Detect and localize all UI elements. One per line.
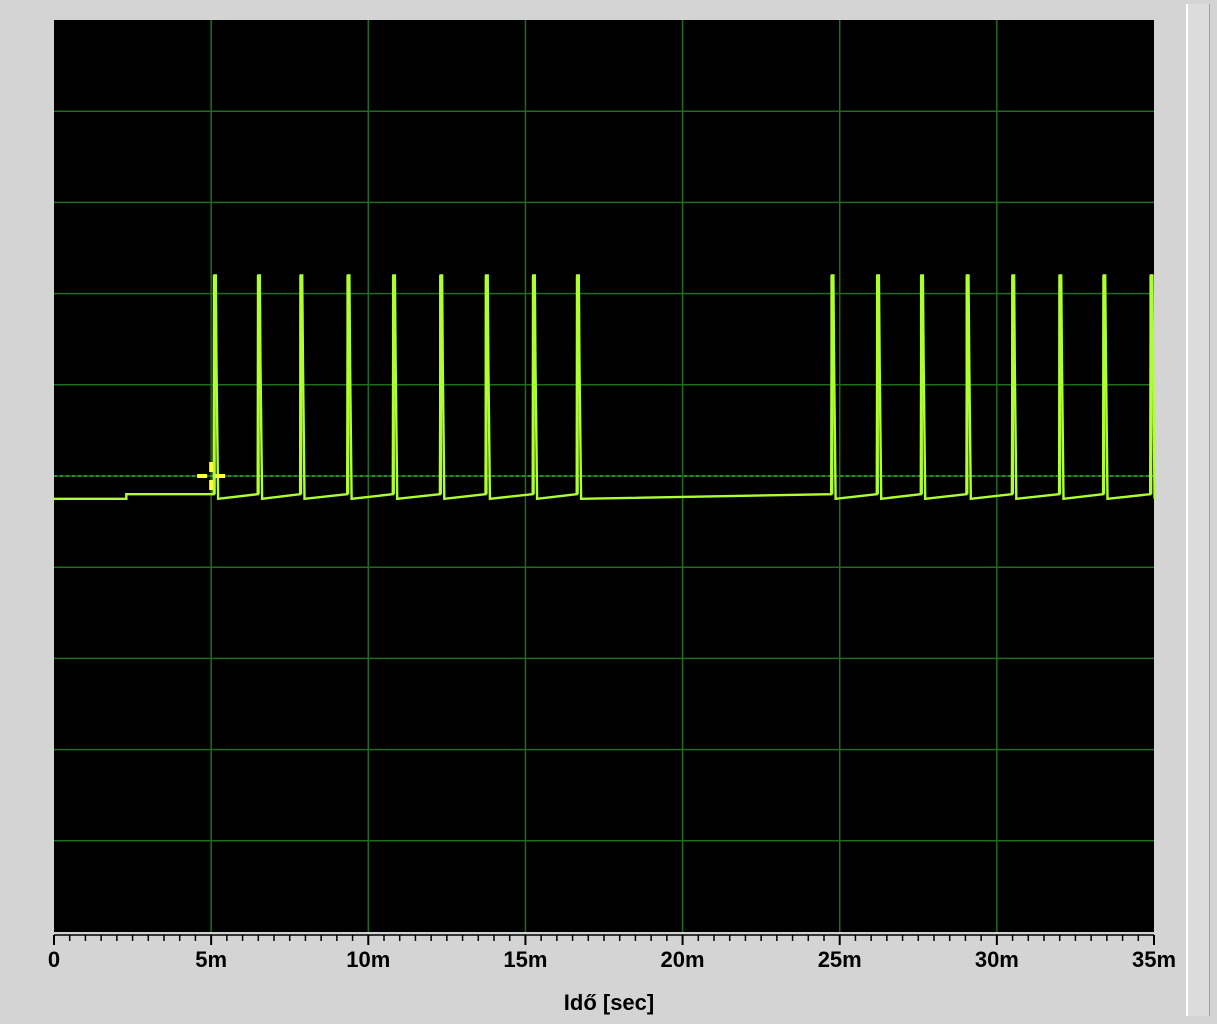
x-tick-label: 0	[48, 947, 60, 972]
x-tick-label: 35m	[1132, 947, 1176, 972]
x-tick-label: 25m	[818, 947, 862, 972]
x-tick-label: 15m	[503, 947, 547, 972]
trace-line	[54, 274, 1156, 501]
x-tick-label: 10m	[346, 947, 390, 972]
x-axis-title: Idő [sec]	[564, 990, 654, 1015]
x-axis: 0 5m 10m 15m 20m 25m 30m 35m	[48, 934, 1176, 972]
graph-panel: 0 5m 10m 15m 20m 25m 30m 35m Idő [sec]	[0, 0, 1217, 1024]
x-tick-label: 30m	[975, 947, 1019, 972]
waveform-chart: 0 5m 10m 15m 20m 25m 30m 35m Idő [sec]	[48, 20, 1176, 1015]
x-tick-label: 20m	[661, 947, 705, 972]
trace-layer	[54, 274, 1156, 501]
x-tick-label: 5m	[195, 947, 227, 972]
